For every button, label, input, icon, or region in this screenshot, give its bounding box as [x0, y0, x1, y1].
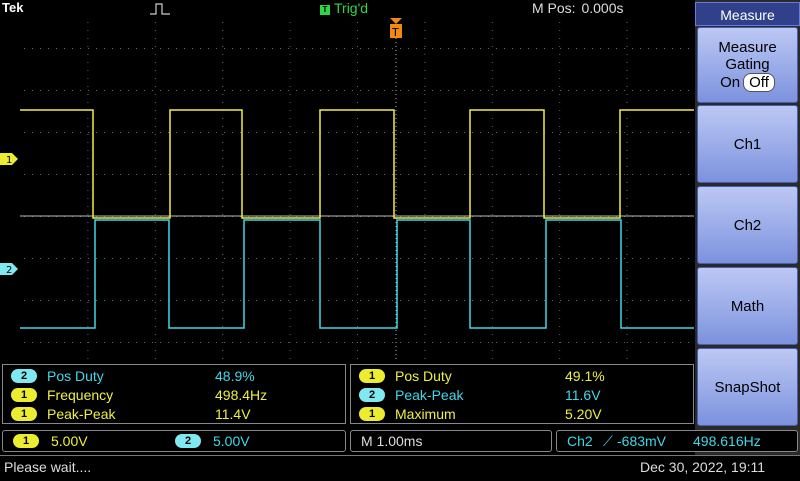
- ch2-marker-label: 2: [6, 265, 12, 275]
- measurement-value: 11.4V: [215, 406, 251, 422]
- mpos-label: M Pos:: [532, 0, 576, 16]
- ch1-scale: 5.00V: [51, 433, 88, 449]
- measurement-panel-right: 1 Pos Duty 49.1% 2 Peak-Peak 11.6V 1 Max…: [350, 364, 694, 424]
- ch1-level-marker[interactable]: 1: [0, 153, 18, 165]
- measurement-value: 5.20V: [565, 406, 602, 422]
- trigger-source: Ch2: [567, 433, 593, 449]
- graticule: T: [20, 18, 694, 362]
- channel-badge: 2: [359, 388, 385, 402]
- horizontal-position: M Pos: 0.000s: [530, 0, 624, 16]
- status-message: Please wait....: [4, 459, 92, 475]
- measurement-row: 1 Maximum 5.20V: [351, 404, 693, 424]
- measurement-name: Pos Duty: [395, 368, 452, 384]
- measurement-row: 2 Pos Duty 48.9%: [3, 366, 345, 386]
- timebase-value: M 1.00ms: [361, 433, 423, 449]
- measurement-name: Frequency: [47, 387, 114, 403]
- measurement-row: 1 Frequency 498.4Hz: [3, 385, 345, 405]
- gating-label-line1: Measure: [718, 38, 777, 56]
- gating-on: On: [720, 73, 741, 91]
- measurement-row: 2 Peak-Peak 11.6V: [351, 385, 693, 405]
- measurement-row: 1 Pos Duty 49.1%: [351, 366, 693, 386]
- vertical-scale-readout[interactable]: 1 5.00V 2 5.00V: [2, 430, 346, 452]
- measurement-value: 49.1%: [565, 368, 605, 384]
- gating-label-line2: Gating: [725, 55, 770, 73]
- ch2-level-marker[interactable]: 2: [0, 263, 18, 275]
- measurement-row: 1 Peak-Peak 11.4V: [3, 404, 345, 424]
- trigger-state-icon: T: [320, 5, 330, 15]
- measurement-name: Maximum: [395, 406, 456, 422]
- trigger-readout[interactable]: Ch2 ⟋ -683mV 498.616Hz: [556, 430, 798, 452]
- menu-title: Measure: [695, 2, 800, 26]
- trigger-frequency: 498.616Hz: [693, 433, 761, 449]
- measurement-value: 11.6V: [565, 387, 601, 403]
- trigger-status-text: Trig'd: [334, 0, 369, 16]
- measure-gating-button[interactable]: Measure Gating On Off: [697, 27, 798, 103]
- ch1-marker-label: 1: [6, 155, 12, 165]
- trigger-status: T Trig'd: [320, 0, 368, 16]
- date-time: Dec 30, 2022, 19:11: [640, 459, 766, 475]
- graticule-grid: [20, 18, 694, 362]
- ch1-button[interactable]: Ch1: [697, 105, 798, 183]
- ch2-button[interactable]: Ch2: [697, 186, 798, 264]
- rising-edge-icon: ⟋: [603, 433, 613, 449]
- trigger-level: -683mV: [617, 433, 667, 449]
- pulse-trigger-icon: [150, 3, 170, 15]
- measurement-name: Peak-Peak: [47, 406, 116, 422]
- gating-off: Off: [743, 72, 775, 92]
- brand-logo: Tek: [2, 0, 24, 15]
- measurement-value: 498.4Hz: [215, 387, 268, 403]
- ch2-badge: 2: [175, 434, 201, 448]
- waveform-display: T: [20, 18, 694, 362]
- measure-side-menu: Measure Measure Gating On Off Ch1 Ch2 Ma…: [695, 0, 800, 480]
- top-status-bar: Tek T Trig'd M Pos: 0.000s: [0, 0, 694, 18]
- measurement-value: 48.9%: [215, 368, 255, 384]
- trigger-marker-label: T: [391, 26, 399, 39]
- ch2-scale: 5.00V: [213, 433, 250, 449]
- channel-badge: 1: [359, 369, 385, 383]
- ch2-waveform: [20, 219, 694, 329]
- ch1-badge: 1: [13, 434, 39, 448]
- measurement-name: Peak-Peak: [395, 387, 464, 403]
- math-button[interactable]: Math: [697, 267, 798, 345]
- channel-badge: 2: [11, 369, 37, 383]
- snapshot-button[interactable]: SnapShot: [697, 348, 798, 426]
- timebase-readout[interactable]: M 1.00ms: [350, 430, 552, 452]
- gating-toggle[interactable]: On Off: [720, 72, 775, 92]
- channel-badge: 1: [11, 388, 37, 402]
- measurement-name: Pos Duty: [47, 368, 104, 384]
- measurement-panel-left: 2 Pos Duty 48.9% 1 Frequency 498.4Hz 1 P…: [2, 364, 346, 424]
- mpos-value: 0.000s: [581, 0, 624, 16]
- trigger-marker[interactable]: T: [390, 18, 402, 39]
- channel-badge: 1: [359, 407, 385, 421]
- message-bar: Please wait.... Dec 30, 2022, 19:11: [0, 455, 800, 481]
- channel-badge: 1: [11, 407, 37, 421]
